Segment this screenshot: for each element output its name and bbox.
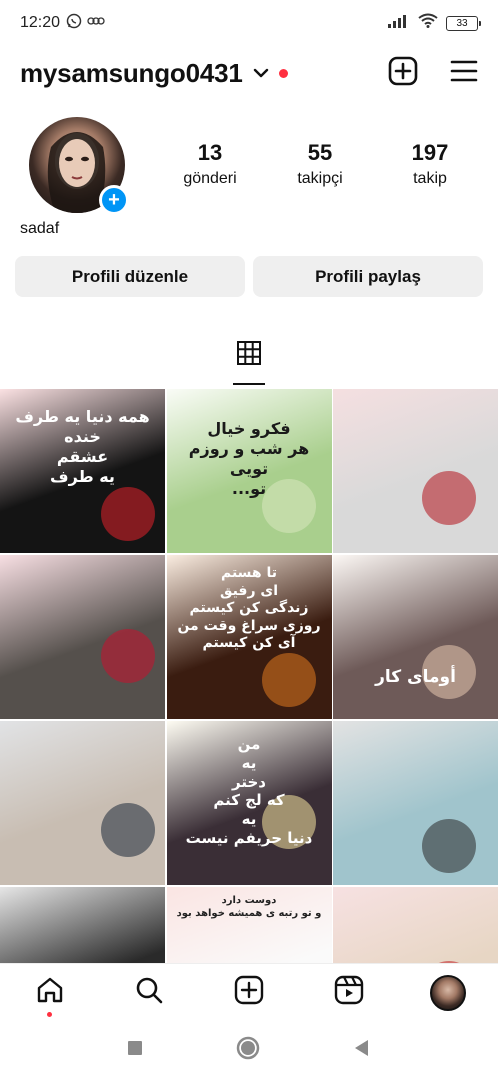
system-nav (0, 1021, 498, 1080)
status-right: 33 (388, 13, 481, 33)
post-image-accent (422, 471, 476, 525)
status-left-icons (66, 13, 106, 34)
create-icon (234, 975, 264, 1010)
back-icon[interactable] (353, 1039, 371, 1062)
home-button-icon[interactable] (236, 1036, 260, 1065)
add-story-button[interactable]: + (99, 185, 129, 215)
post-caption: من یه دختر که لج کنم یه دنیا حریفم نیست (185, 735, 313, 847)
post-tile[interactable]: أومای کار (333, 555, 498, 719)
post-image-accent (101, 629, 155, 683)
post-caption: أومای کار (375, 667, 456, 687)
username-switcher[interactable]: mysamsungo0431 (20, 58, 243, 89)
post-tile[interactable] (333, 721, 498, 885)
post-tile[interactable]: تا هستم ای رفیق زندگی کن کیستم روزی سراغ… (166, 555, 332, 719)
post-image-accent (261, 653, 316, 707)
display-name: sadaf (20, 220, 60, 237)
stat-posts[interactable]: 13 gönderi (160, 140, 260, 188)
nav-reels[interactable] (319, 964, 379, 1022)
post-tile[interactable] (0, 721, 165, 885)
profile-avatar-wrap[interactable]: + (29, 117, 129, 215)
edit-profile-button[interactable]: Profili düzenle (15, 256, 245, 297)
search-icon (134, 975, 164, 1010)
post-caption: دوست دارد و تو رتبه ی همیشه خواهد بود (176, 895, 322, 919)
home-notification-dot (47, 1011, 53, 1017)
battery-icon: 33 (446, 15, 481, 31)
chevron-down-icon[interactable] (253, 68, 269, 78)
home-icon (35, 975, 65, 1010)
notification-dot (278, 68, 288, 78)
reels-icon (334, 975, 364, 1010)
stat-following-label: takip (413, 170, 447, 187)
post-tile[interactable] (0, 887, 165, 963)
post-image-accent (101, 487, 155, 541)
nav-create[interactable] (219, 964, 279, 1022)
post-tile[interactable]: همه دنیا یه طرف خنده عشقم یه طرف (0, 389, 165, 553)
new-post-icon[interactable] (388, 56, 418, 91)
stat-posts-count: 13 (197, 140, 223, 165)
whatsapp-icon (66, 13, 82, 34)
status-time: 12:20 (20, 14, 61, 31)
post-caption: همه دنیا یه طرف خنده عشقم یه طرف (15, 407, 150, 486)
profile-actions: Profili düzenle Profili paylaş (15, 256, 483, 297)
nav-search[interactable] (119, 964, 179, 1022)
post-image-accent (422, 819, 476, 873)
post-image-accent (101, 803, 155, 857)
post-caption: فکرو خیال هر شب و روزم تویی تو... (188, 419, 310, 498)
voicemail-icon (86, 14, 106, 32)
menu-icon[interactable] (450, 59, 478, 88)
profile-tabs (0, 330, 498, 386)
header-actions (388, 56, 478, 91)
bottom-nav (0, 963, 498, 1021)
stat-following[interactable]: 197 takip (380, 140, 480, 188)
tab-posts-grid[interactable] (233, 330, 265, 386)
stat-followers-label: takipçi (297, 170, 343, 187)
nav-profile[interactable] (418, 964, 478, 1022)
post-tile[interactable] (0, 555, 165, 719)
profile-avatar (430, 974, 467, 1011)
wifi-icon (418, 13, 438, 33)
status-bar: 12:20 33 (0, 0, 498, 46)
share-profile-button[interactable]: Profili paylaş (253, 256, 483, 297)
nav-home[interactable] (20, 964, 80, 1022)
post-caption: تا هستم ای رفیق زندگی کن کیستم روزی سراغ… (177, 565, 321, 651)
add-story-symbol: + (108, 189, 120, 211)
battery-level: 33 (456, 17, 468, 29)
post-tile[interactable] (333, 887, 498, 963)
post-tile[interactable]: فکرو خیال هر شب و روزم تویی تو... (166, 389, 332, 553)
recents-icon[interactable] (127, 1040, 143, 1061)
signal-icon (388, 14, 410, 33)
post-tile[interactable]: من یه دختر که لج کنم یه دنیا حریفم نیست (166, 721, 332, 885)
stat-following-count: 197 (411, 140, 449, 165)
profile-header: mysamsungo0431 (0, 50, 498, 96)
active-tab-indicator (233, 383, 265, 385)
stat-followers-count: 55 (307, 140, 333, 165)
stat-followers[interactable]: 55 takipçi (270, 140, 370, 188)
post-tile[interactable]: دوست دارد و تو رتبه ی همیشه خواهد بود (166, 887, 332, 963)
grid-icon (236, 340, 262, 371)
posts-grid: همه دنیا یه طرف خنده عشقم یه طرف فکرو خی… (0, 389, 498, 963)
post-tile[interactable] (333, 389, 498, 553)
stat-posts-label: gönderi (183, 170, 237, 187)
profile-stats: 13 gönderi 55 takipçi 197 takip (160, 140, 480, 188)
